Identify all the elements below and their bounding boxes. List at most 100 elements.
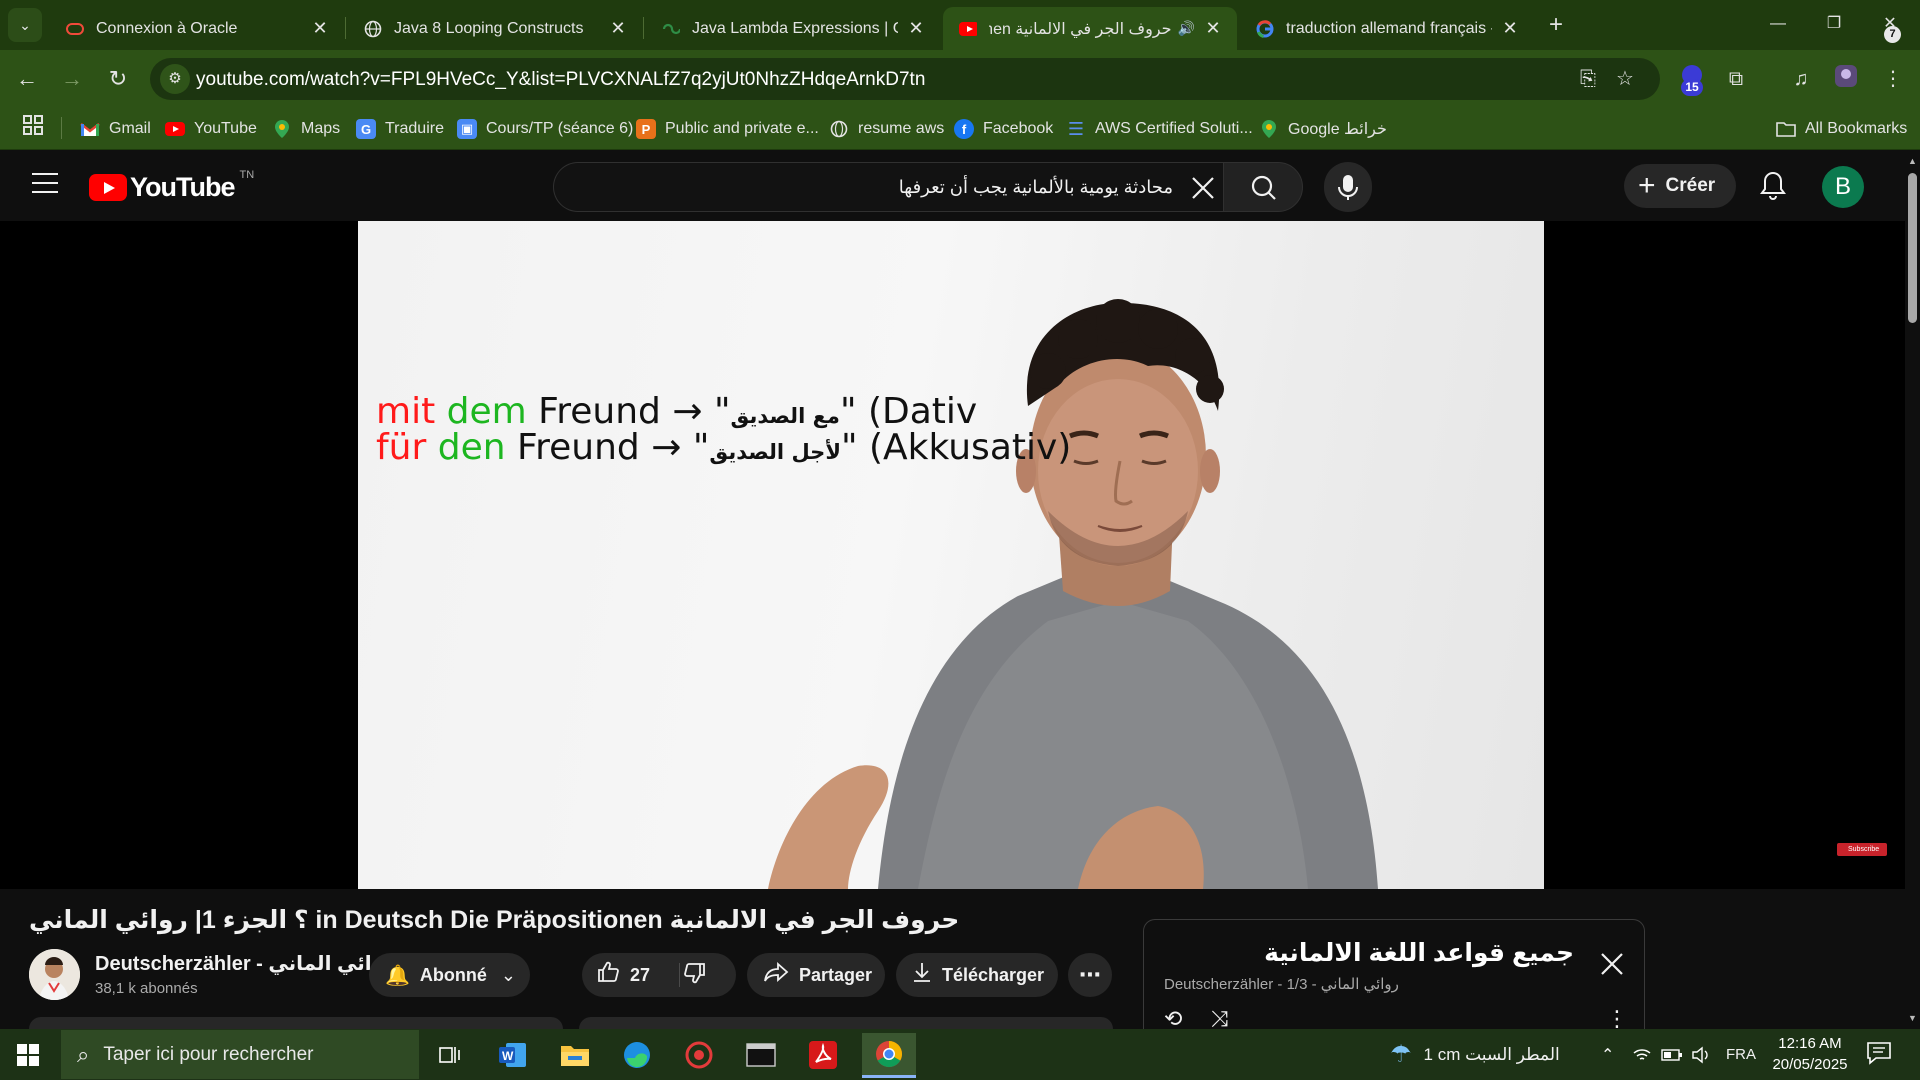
kebab-menu-icon[interactable]: ⋮ [1877,63,1909,95]
bookmark-cours[interactable]: ▣ Cours/TP (séance 6) [457,115,633,143]
forward-button[interactable]: → [56,63,88,95]
task-view-icon[interactable] [430,1035,470,1075]
bookmark-gmail[interactable]: Gmail [80,115,151,143]
playlist-channel[interactable]: Deutscherzähler - روائي الماني [1164,976,1399,993]
puzzle-icon[interactable]: ⧉ [1720,63,1752,95]
address-bar[interactable]: ⚙ youtube.com/watch?v=FPL9HVeCc_Y&list=P… [150,58,1660,100]
tab-oracle[interactable]: Connexion à Oracle ✕ [50,7,344,50]
notifications-bell-icon[interactable] [1758,169,1788,203]
chrome-icon[interactable] [862,1033,916,1078]
arrow-right-icon: → [61,66,83,91]
search-query[interactable]: محادثة يومية بالألمانية يجب أن تعرفها [899,177,1173,198]
channel-avatar[interactable] [29,949,80,1000]
close-icon[interactable]: ✕ [608,18,628,39]
back-button[interactable]: ← [11,63,43,95]
apps-grid-icon[interactable] [22,114,44,136]
voice-search-button[interactable] [1324,162,1372,212]
url-text[interactable]: youtube.com/watch?v=FPL9HVeCc_Y&list=PLV… [196,69,925,91]
show-hidden-icons[interactable]: ⌃ [1601,1029,1614,1080]
bookmark-maps[interactable]: Maps [272,115,340,143]
search-button[interactable] [1223,162,1303,212]
account-avatar[interactable]: B [1822,166,1864,208]
tab-youtube-active[interactable]: حروف الجر في الالمانية onen 🔊 ✕ [943,7,1237,50]
video-title: ؟ الجزء 1| روائي الماني in Deutsch Die P… [29,906,960,934]
weather-widget[interactable]: ☂ 1 cm المطر السبت [1390,1029,1560,1080]
bookmark-google-maps-ar[interactable]: Google خرائط [1259,115,1387,143]
wifi-icon[interactable] [1632,1029,1652,1080]
scrollbar-thumb[interactable] [1908,173,1917,323]
search-input[interactable]: محادثة يومية بالألمانية يجب أن تعرفها [553,162,1223,212]
close-icon[interactable]: ✕ [1500,18,1520,39]
presenter-figure [768,299,1378,889]
subscribe-watermark[interactable]: Subscribe [1837,843,1887,856]
description-card[interactable] [29,1017,563,1029]
playlist-title[interactable]: جميع قواعد اللغة الالمانية [1264,938,1574,968]
youtube-play-icon [89,173,127,201]
shuffle-icon[interactable]: ⤨ [1211,1006,1229,1031]
new-tab-button[interactable]: + [1541,11,1571,41]
reload-icon: ↻ [108,66,128,91]
install-app-icon[interactable]: ⎘ [1575,66,1601,92]
comment-card[interactable] [579,1017,1113,1029]
subscribe-label: Abonné [419,964,487,985]
channel-name[interactable]: Deutscherzähler - روائي الماني [95,951,396,976]
tab-java-lambda[interactable]: Java Lambda Expressions | Geek ✕ [646,7,940,50]
bookmark-facebook[interactable]: f Facebook [954,115,1053,143]
close-icon[interactable]: ✕ [1203,18,1223,39]
scroll-up-arrow[interactable]: ▲ [1906,156,1919,166]
file-explorer-icon[interactable] [555,1035,595,1075]
bookmark-youtube[interactable]: YouTube [165,115,257,143]
loop-icon[interactable]: ⟲ [1164,1006,1182,1031]
input-language[interactable]: FRA [1726,1029,1756,1080]
tab-divider [345,17,346,39]
scroll-down-arrow[interactable]: ▼ [1906,1013,1919,1023]
tab-google-translate[interactable]: traduction allemand français - ✕ [1240,7,1534,50]
geeksforgeeks-icon [662,20,680,38]
close-icon[interactable]: ✕ [906,18,926,39]
rain-umbrella-icon: ☂ [1390,1041,1412,1068]
word-icon[interactable]: W [493,1035,533,1075]
close-playlist-icon[interactable] [1599,951,1625,977]
like-count[interactable]: 27 [630,965,650,986]
bookmark-traduire[interactable]: G Traduire [356,115,444,143]
battery-icon[interactable] [1661,1029,1683,1080]
clear-search-icon[interactable] [1190,175,1216,201]
more-actions-button[interactable]: ⋯ [1068,953,1112,997]
security-app-icon[interactable] [679,1035,719,1075]
star-icon[interactable]: ☆ [1612,66,1638,92]
close-icon[interactable]: ✕ [310,18,330,39]
volume-icon[interactable] [1691,1029,1711,1080]
profile-avatar[interactable] [1830,63,1862,95]
hamburger-menu-icon[interactable] [32,173,58,197]
notifications-icon[interactable] [1866,1041,1896,1069]
restore-button[interactable]: ❐ [1806,8,1862,40]
thumbs-down-icon[interactable] [683,961,707,990]
tab-java-looping[interactable]: Java 8 Looping Constructs ✕ [348,7,642,50]
terminal-icon[interactable] [741,1035,781,1075]
speaker-icon[interactable]: 🔊 [1178,20,1195,37]
bookmark-public-private[interactable]: P Public and private e... [636,115,819,143]
site-info-button[interactable]: ⚙ [160,64,190,94]
create-button[interactable]: + Créer [1624,164,1736,208]
subscribed-button[interactable]: 🔔 Abonné ⌄ [369,953,530,997]
download-button[interactable]: Télécharger [896,953,1058,997]
reload-button[interactable]: ↻ [102,63,134,95]
playlist-subtitle: Deutscherzähler - روائي الماني - 1/3 [1164,976,1399,993]
bookmark-resume-aws[interactable]: resume aws [829,115,944,143]
minimize-button[interactable]: — [1750,8,1806,40]
system-clock[interactable]: 12:16 AM 20/05/2025 [1766,1033,1854,1075]
media-control-icon[interactable]: ♫ [1785,63,1817,95]
bookmark-aws-certified[interactable]: ☰ AWS Certified Soluti... [1066,115,1253,143]
video-player[interactable]: mit dem Freund → "مع الصديق" (Dativ für … [358,221,1544,889]
tune-icon: ⚙ [168,70,182,87]
acrobat-icon[interactable] [803,1035,843,1075]
all-bookmarks-button[interactable]: All Bookmarks [1776,115,1907,143]
edge-icon[interactable] [617,1035,657,1075]
windows-start-icon[interactable] [17,1044,39,1066]
share-button[interactable]: Partager [747,953,885,997]
youtube-logo[interactable]: YouTube TN [89,169,254,202]
globe-icon [829,119,849,139]
thumbs-up-icon[interactable] [596,960,620,990]
tab-search-button[interactable]: ⌄ [8,8,42,42]
taskbar-search-input[interactable]: ⌕ Taper ici pour rechercher [61,1030,419,1079]
